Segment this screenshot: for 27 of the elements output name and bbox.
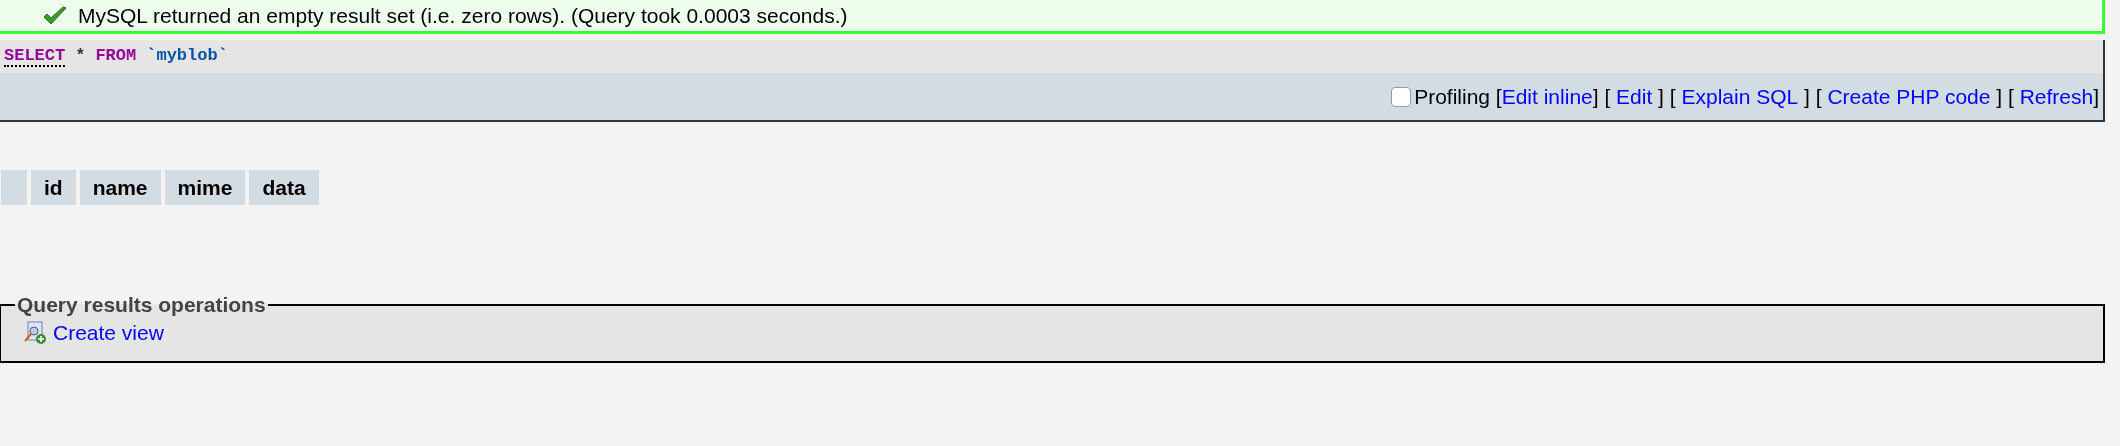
create-view-icon[interactable] (23, 321, 47, 345)
create-view-link[interactable]: Create view (53, 321, 164, 345)
profiling-label: Profiling (1414, 84, 1491, 109)
bracket-text: ] [ (1803, 84, 1823, 109)
success-message: MySQL returned an empty result set (i.e. zero rows). (Query took 0.0003 seconds.) (0, 0, 2105, 34)
bracket-text: ] (2093, 84, 2099, 109)
profiling-checkbox[interactable] (1391, 86, 1412, 107)
table-header[interactable]: name (79, 170, 161, 205)
table-header (1, 170, 27, 205)
sql-keyword: FROM (95, 46, 137, 67)
toolbar-link[interactable]: Edit (1616, 84, 1653, 109)
bracket-text: ] [ (1592, 84, 1612, 109)
table-header[interactable]: data (249, 170, 319, 205)
bracket-text: ] [ (1657, 84, 1677, 109)
table-header[interactable]: mime (164, 170, 246, 205)
toolbar-link[interactable]: Create PHP code (1827, 84, 1991, 109)
checkmark-icon (42, 5, 68, 26)
bracket-text: ] [ (1995, 84, 2015, 109)
toolbar-link[interactable]: Refresh (2019, 84, 2094, 109)
toolbar-link[interactable]: Explain SQL (1681, 84, 1799, 109)
sql-identifier: `myblob` (146, 46, 228, 67)
toolbar-link[interactable]: Edit inline (1501, 84, 1593, 109)
table-header[interactable]: id (31, 170, 76, 205)
sql-keyword[interactable]: SELECT (4, 46, 66, 67)
operations-legend: Query results operations (15, 293, 268, 317)
bracket-text: [ (1495, 84, 1502, 109)
sql-operator: * (75, 46, 86, 67)
